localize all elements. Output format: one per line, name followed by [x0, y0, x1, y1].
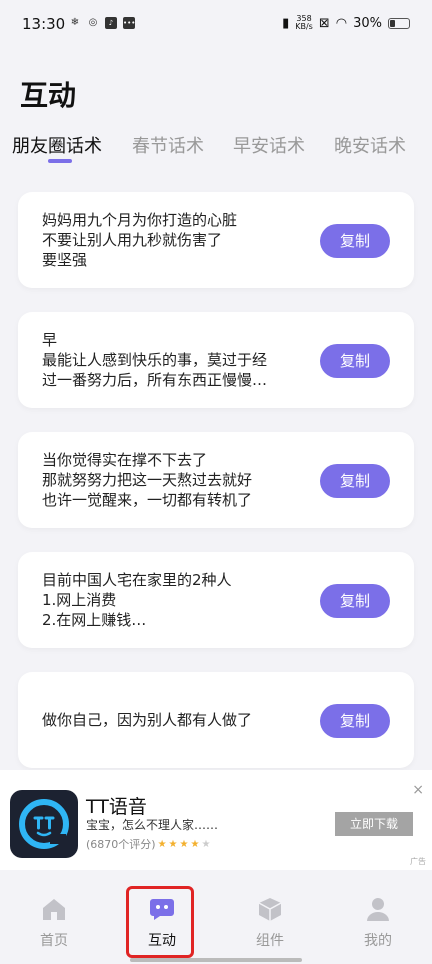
phrase-line: 2.在网上赚钱…: [42, 611, 147, 629]
tab-good-morning[interactable]: 早安话术: [233, 132, 305, 158]
star-icon: ★: [168, 838, 178, 850]
phrase-line: 要坚强: [42, 251, 88, 269]
nav-label: 首页: [40, 933, 68, 949]
message-icon: •••: [123, 17, 136, 29]
status-right: ▮ 358 KB/s ⊠ ◠ 30%: [282, 15, 410, 31]
phrase-line: 早: [42, 331, 58, 349]
phrase-card: 当你觉得实在撑不下去了 那就努努力把这一天熬过去就好 也许一觉醒来，一切都有转机…: [18, 432, 414, 528]
net-speed-unit: KB/s: [295, 22, 313, 31]
phrase-line: 目前中国人宅在家里的2种人: [42, 571, 232, 589]
ad-rating-text: (6870个评分): [86, 838, 156, 851]
phrase-line: 1.网上消费: [42, 591, 117, 609]
vibrate-icon: ▮: [282, 15, 290, 31]
phrase-text: 当你觉得实在撑不下去了 那就努努力把这一天熬过去就好 也许一觉醒来，一切都有转机…: [42, 450, 304, 510]
tab-indicator: [48, 159, 72, 163]
star-icon: ★: [157, 838, 167, 850]
copy-button[interactable]: 复制: [320, 224, 390, 258]
phrase-line: 那就努努力把这一天熬过去就好: [42, 471, 253, 489]
nav-profile[interactable]: 我的: [348, 896, 408, 950]
phrase-line: 也许一觉醒来，一切都有转机了: [42, 491, 253, 509]
highlight-box: [126, 886, 194, 958]
tab-good-night[interactable]: 晚安话术: [334, 132, 406, 158]
phrase-line: 最能让人感到快乐的事，莫过于经: [42, 351, 268, 369]
phrase-text: 目前中国人宅在家里的2种人 1.网上消费 2.在网上赚钱…: [42, 570, 304, 630]
status-bar: 13:30 ❄ ◎ ♪ ••• ▮ 358 KB/s ⊠ ◠ 30%: [0, 0, 432, 50]
home-icon: [43, 899, 65, 920]
copy-button[interactable]: 复制: [320, 464, 390, 498]
ad-title: TT语音: [86, 796, 147, 818]
phrase-line: 妈妈用九个月为你打造的心脏: [42, 211, 238, 229]
ad-subtitle: 宝宝，怎么不理人家……: [86, 818, 219, 832]
network-speed: 358 KB/s: [295, 15, 313, 31]
phrase-line: 过一番努力后，所有东西正慢慢…: [42, 371, 268, 389]
ad-tag: 广告: [410, 857, 426, 866]
ad-rating: (6870个评分) ★ ★ ★ ★ ★: [86, 836, 210, 852]
star-icon: ★: [190, 838, 200, 850]
phrase-line: 做你自己，因为别人都有人做了: [42, 711, 253, 729]
home-indicator[interactable]: [130, 958, 302, 962]
tt-voice-logo: [10, 790, 78, 858]
phrase-text: 妈妈用九个月为你打造的心脏 不要让别人用九秒就伤害了 要坚强: [42, 210, 304, 270]
ad-banner[interactable]: TT语音 宝宝，怎么不理人家…… (6870个评分) ★ ★ ★ ★ ★ × 立…: [0, 770, 432, 870]
star-empty-icon: ★: [201, 838, 211, 850]
status-time: 13:30: [22, 15, 66, 33]
copy-button[interactable]: 复制: [320, 344, 390, 378]
phrase-card: 目前中国人宅在家里的2种人 1.网上消费 2.在网上赚钱… 复制: [18, 552, 414, 648]
page-title: 互动: [20, 79, 77, 112]
battery-percent: 30%: [353, 15, 382, 31]
phrase-card: 做你自己，因为别人都有人做了 复制: [18, 672, 414, 768]
phrase-text: 做你自己，因为别人都有人做了: [42, 710, 304, 730]
nav-label: 我的: [364, 933, 392, 949]
battery-icon: [388, 17, 410, 29]
tab-spring-festival[interactable]: 春节话术: [132, 132, 204, 158]
tiktok-icon: ♪: [105, 17, 117, 29]
phrase-card: 早 最能让人感到快乐的事，莫过于经 过一番努力后，所有东西正慢慢… 复制: [18, 312, 414, 408]
wifi-icon: ◠: [335, 15, 348, 31]
copy-button[interactable]: 复制: [320, 584, 390, 618]
close-icon[interactable]: ×: [412, 782, 424, 798]
snowflake-icon: ❄: [70, 17, 80, 28]
phrase-card: 妈妈用九个月为你打造的心脏 不要让别人用九秒就伤害了 要坚强 复制: [18, 192, 414, 288]
nav-label: 组件: [256, 933, 284, 949]
nav-home[interactable]: 首页: [24, 896, 84, 950]
notification-icons: ❄ ◎ ♪ •••: [69, 17, 135, 29]
app-icon: ◎: [88, 17, 98, 28]
user-icon: [367, 898, 389, 921]
cube-icon: [258, 898, 282, 921]
star-icon: ★: [179, 838, 189, 850]
phrase-line: 不要让别人用九秒就伤害了: [42, 231, 223, 249]
copy-button[interactable]: 复制: [320, 704, 390, 738]
download-button[interactable]: 立即下载: [335, 812, 413, 836]
tab-moments[interactable]: 朋友圈话术: [12, 132, 102, 158]
phrase-text: 早 最能让人感到快乐的事，莫过于经 过一番努力后，所有东西正慢慢…: [42, 330, 304, 390]
phrase-line: 当你觉得实在撑不下去了: [42, 451, 208, 469]
tab-bar: 朋友圈话术 春节话术 早安话术 晚安话术: [0, 128, 432, 168]
sim-icon: ⊠: [318, 15, 330, 31]
bottom-nav: 首页 互动 组件 我的: [0, 880, 432, 964]
nav-components[interactable]: 组件: [240, 896, 300, 950]
